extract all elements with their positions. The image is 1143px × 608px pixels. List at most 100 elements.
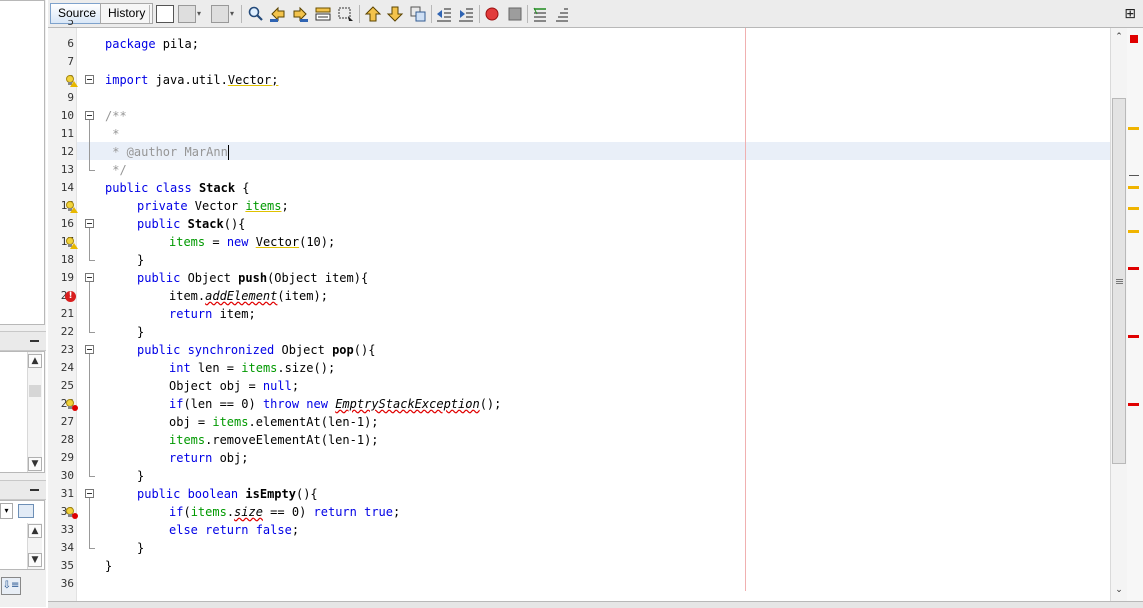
thumb-grip xyxy=(1116,279,1123,280)
comment-icon[interactable] xyxy=(531,5,549,23)
code-line[interactable]: package pila; xyxy=(105,35,199,53)
code-line[interactable]: } xyxy=(105,557,112,575)
stop-macro-icon[interactable] xyxy=(506,5,524,23)
forward-dropdown-icon[interactable]: ▾ xyxy=(230,9,234,18)
fold-toggle-icon[interactable] xyxy=(85,75,94,84)
comment-line[interactable]: */ xyxy=(105,161,126,179)
scroll-thumb[interactable] xyxy=(29,385,41,397)
editor-scrollbar[interactable]: ⌃ ⌄ xyxy=(1110,28,1127,601)
comment-line[interactable]: * xyxy=(105,125,119,143)
uncomment-icon[interactable] xyxy=(553,5,571,23)
fold-toggle-icon[interactable] xyxy=(85,111,94,120)
fold-toggle-icon[interactable] xyxy=(85,219,94,228)
code-line[interactable]: else return false; xyxy=(169,521,299,539)
code-line[interactable]: public boolean isEmpty(){ xyxy=(137,485,318,503)
scroll-up-icon[interactable]: ▲ xyxy=(28,354,42,368)
warning-hint-icon[interactable] xyxy=(65,201,78,213)
code-line[interactable]: public Object push(Object item){ xyxy=(137,269,368,287)
scroll-thumb[interactable] xyxy=(1112,98,1126,464)
error-marker[interactable] xyxy=(1128,335,1139,338)
fold-toggle-icon[interactable] xyxy=(85,273,94,282)
start-macro-icon[interactable] xyxy=(483,5,501,23)
field-name: items xyxy=(212,415,249,429)
navigator-scrollbar[interactable]: ▲ ▼ xyxy=(27,352,42,472)
scroll-up-icon[interactable]: ▲ xyxy=(28,524,42,538)
back-dropdown-icon[interactable]: ▾ xyxy=(197,9,201,18)
find-next-icon[interactable] xyxy=(291,5,309,23)
error-stripe[interactable] xyxy=(1127,28,1143,601)
code-text: .elementAt(len-1); xyxy=(248,415,379,429)
keyword: package xyxy=(105,37,156,51)
next-bookmark-icon[interactable] xyxy=(386,5,404,23)
code-line[interactable]: public class Stack { xyxy=(105,179,250,197)
shift-right-icon[interactable] xyxy=(457,5,475,23)
previous-bookmark-icon[interactable] xyxy=(364,5,382,23)
tab-history[interactable]: History xyxy=(100,3,154,24)
code-line[interactable]: } xyxy=(137,251,144,269)
code-text: (len == 0) xyxy=(183,397,263,411)
forward-icon[interactable] xyxy=(211,5,229,23)
tasks-scrollbar[interactable]: ▲ ▼ xyxy=(27,523,42,569)
error-marker[interactable] xyxy=(1128,267,1139,270)
projects-panel[interactable] xyxy=(0,0,45,325)
code-line[interactable]: items.removeElementAt(len-1); xyxy=(169,431,379,449)
code-line[interactable]: public synchronized Object pop(){ xyxy=(137,341,375,359)
warning-marker[interactable] xyxy=(1128,127,1139,130)
filter-dropdown[interactable]: ▾ xyxy=(0,503,13,519)
code-line[interactable]: private Vector items; xyxy=(137,197,289,215)
code-line[interactable]: } xyxy=(137,539,144,557)
scroll-down-icon[interactable]: ⌄ xyxy=(1112,584,1126,598)
panel-view-icon[interactable] xyxy=(18,504,34,518)
code-text: .removeElementAt(len-1); xyxy=(205,433,379,447)
toggle-bookmark-icon[interactable] xyxy=(409,5,427,23)
back-icon[interactable] xyxy=(178,5,196,23)
scroll-down-icon[interactable]: ▼ xyxy=(28,553,42,567)
warning-marker[interactable] xyxy=(1128,230,1139,233)
minimize-icon[interactable] xyxy=(30,340,39,342)
code-line[interactable]: obj = items.elementAt(len-1); xyxy=(169,413,379,431)
navigator-panel[interactable]: ▲ ▼ xyxy=(0,351,45,473)
warning-marker[interactable] xyxy=(1128,207,1139,210)
toggle-highlight-icon[interactable] xyxy=(314,5,332,23)
code-line[interactable]: int len = items.size(); xyxy=(169,359,335,377)
scroll-down-icon[interactable]: ▼ xyxy=(28,457,42,471)
scroll-up-icon[interactable]: ⌃ xyxy=(1112,31,1126,45)
code-line[interactable]: import java.util.Vector; xyxy=(105,71,278,89)
code-line[interactable]: } xyxy=(137,323,144,341)
code-line[interactable]: } xyxy=(137,467,144,485)
code-line[interactable]: if(items.size == 0) return true; xyxy=(169,503,400,521)
last-edit-icon[interactable] xyxy=(156,5,174,23)
warning-hint-icon[interactable] xyxy=(65,237,78,249)
error-status-icon[interactable] xyxy=(1130,35,1138,43)
error-hint-icon[interactable] xyxy=(65,399,78,411)
code-line[interactable]: items = new Vector(10); xyxy=(169,233,335,251)
find-selection-icon[interactable] xyxy=(247,5,265,23)
toggle-rect-select-icon[interactable] xyxy=(337,5,355,23)
maximize-icon[interactable]: ⊞ xyxy=(1124,7,1136,21)
fold-toggle-icon[interactable] xyxy=(85,345,94,354)
warning-marker[interactable] xyxy=(1128,186,1139,189)
error-icon[interactable]: ! xyxy=(65,291,76,302)
code-line[interactable]: item.addElement(item); xyxy=(169,287,328,305)
line-number: 29 xyxy=(60,451,74,464)
code-line[interactable]: return obj; xyxy=(169,449,248,467)
code-line[interactable]: if(len == 0) throw new EmptryStackExcept… xyxy=(169,395,501,413)
code-line[interactable]: Object obj = null; xyxy=(169,377,299,395)
tasks-panel[interactable]: ▾ ▲ ▼ xyxy=(0,500,45,570)
code-line-current[interactable]: * @author MarAnn xyxy=(105,143,229,161)
find-previous-icon[interactable] xyxy=(269,5,287,23)
error-marker[interactable] xyxy=(1128,403,1139,406)
minimize-icon[interactable] xyxy=(30,489,39,491)
error-hint-icon[interactable] xyxy=(65,507,78,519)
code-line[interactable]: return item; xyxy=(169,305,256,323)
line-number: 16 xyxy=(60,217,74,230)
fold-toggle-icon[interactable] xyxy=(85,489,94,498)
fold-line xyxy=(89,498,90,548)
shift-left-icon[interactable] xyxy=(435,5,453,23)
fold-line xyxy=(89,228,90,260)
comment-line[interactable]: /** xyxy=(105,107,127,125)
code-text: ; xyxy=(271,73,279,87)
code-line[interactable]: public Stack(){ xyxy=(137,215,245,233)
panel-layout-button[interactable]: ⇩≡ xyxy=(1,577,21,595)
warning-hint-icon[interactable] xyxy=(65,75,78,87)
